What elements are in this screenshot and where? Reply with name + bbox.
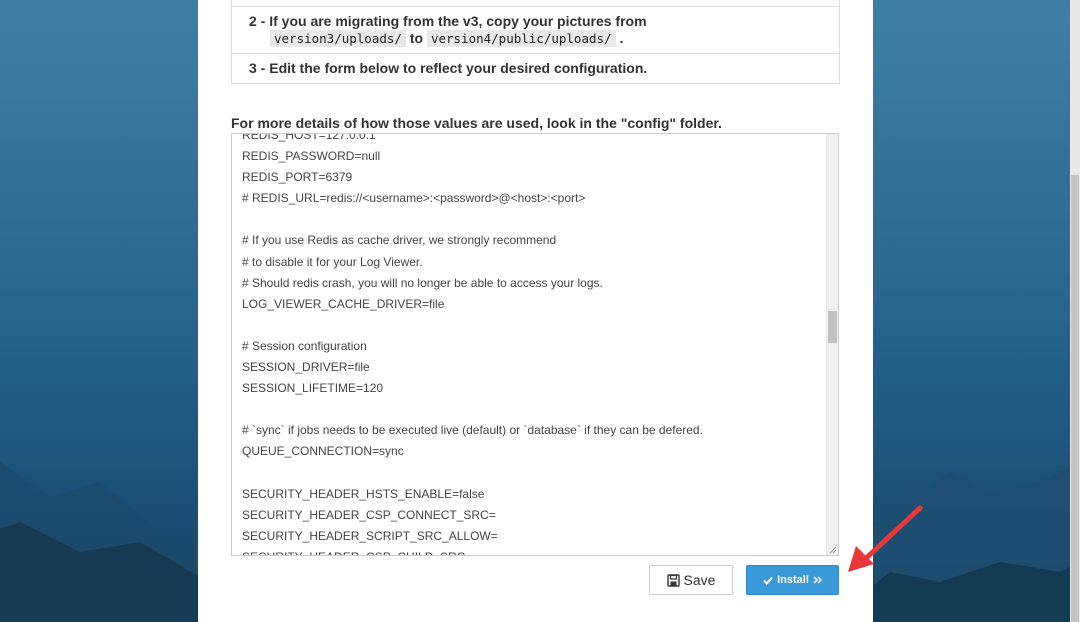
install-button-label: Install	[777, 574, 809, 586]
config-line[interactable]: SECURITY_HEADER_CSP_CONNECT_SRC=	[242, 505, 824, 526]
config-line[interactable]: # Session configuration	[242, 336, 824, 357]
annotation-arrow	[848, 505, 923, 572]
step-2-suffix: .	[619, 30, 624, 46]
save-button-label: Save	[683, 572, 716, 588]
page-scrollbar-thumb[interactable]	[1071, 175, 1079, 622]
floppy-disk-icon	[666, 573, 680, 587]
check-icon	[763, 576, 773, 585]
save-button[interactable]: Save	[649, 565, 733, 595]
config-line[interactable]: # REDIS_URL=redis://<username>:<password…	[242, 188, 824, 209]
config-line[interactable]: SESSION_DRIVER=file	[242, 357, 824, 378]
config-line[interactable]: REDIS_HOST=127.0.0.1	[242, 134, 824, 146]
config-line[interactable]	[242, 463, 824, 484]
config-line[interactable]	[242, 399, 824, 420]
config-line[interactable]: REDIS_PASSWORD=null	[242, 146, 824, 167]
config-line[interactable]: # `sync` if jobs needs to be executed li…	[242, 420, 824, 441]
config-line[interactable]	[242, 315, 824, 336]
env-config-textarea[interactable]: REDIS_HOST=127.0.0.1 REDIS_PASSWORD=null R…	[231, 133, 839, 556]
env-config-lines[interactable]: REDIS_HOST=127.0.0.1 REDIS_PASSWORD=null R…	[242, 134, 824, 555]
config-line[interactable]: LOG_VIEWER_CACHE_DRIVER=file	[242, 294, 824, 315]
step-2-code-target: version4/public/uploads/	[426, 30, 616, 47]
config-line[interactable]: # If you use Redis as cache driver, we s…	[242, 230, 824, 251]
textarea-scrollbar[interactable]	[826, 134, 838, 555]
config-line[interactable]: QUEUE_CONNECTION=sync	[242, 441, 824, 462]
config-line[interactable]: # Should redis crash, you will no longer…	[242, 273, 824, 294]
config-line[interactable]: # to disable it for your Log Viewer.	[242, 252, 824, 273]
step-2-middle: to	[405, 30, 427, 46]
config-line[interactable]: SECURITY_HEADER_SCRIPT_SRC_ALLOW=	[242, 526, 824, 547]
resize-handle-icon[interactable]	[828, 545, 837, 554]
config-line[interactable]	[242, 209, 824, 230]
config-line[interactable]: SECURITY_HEADER_CSP_CHILD_SRC=	[242, 547, 824, 555]
double-chevron-right-icon	[813, 576, 822, 584]
instruction-steps: 2 - If you are migrating from the v3, co…	[231, 0, 840, 84]
step-3: 3 - Edit the form below to reflect your …	[232, 53, 839, 83]
config-help-text: For more details of how those values are…	[231, 115, 722, 131]
config-line[interactable]: REDIS_PORT=6379	[242, 167, 824, 188]
install-button[interactable]: Install	[746, 565, 839, 595]
step-2: 2 - If you are migrating from the v3, co…	[232, 6, 839, 53]
config-line[interactable]: SECURITY_HEADER_HSTS_ENABLE=false	[242, 484, 824, 505]
page-scrollbar[interactable]	[1070, 0, 1080, 622]
step-2-code-source: version3/uploads/	[270, 30, 406, 47]
config-line[interactable]: SESSION_LIFETIME=120	[242, 378, 824, 399]
step-3-text: 3 - Edit the form below to reflect your …	[249, 60, 648, 76]
step-2-prefix: 2 - If you are migrating from the v3, co…	[249, 13, 647, 29]
textarea-scrollbar-thumb[interactable]	[828, 311, 837, 343]
